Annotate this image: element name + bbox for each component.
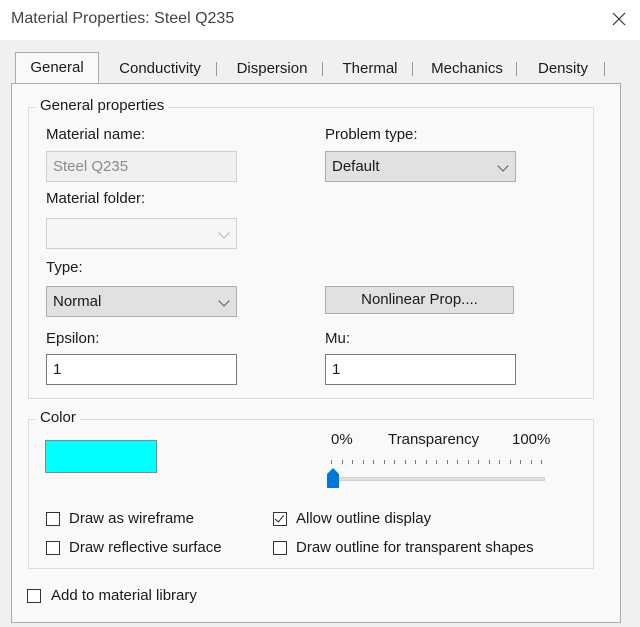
tab-thermal[interactable]: Thermal bbox=[327, 56, 413, 82]
slider-tick bbox=[331, 460, 332, 464]
slider-tick bbox=[341, 460, 343, 464]
close-icon bbox=[612, 12, 626, 26]
slider-tick bbox=[425, 460, 427, 464]
color-swatch-button[interactable] bbox=[45, 440, 157, 473]
window-title: Material Properties: Steel Q235 bbox=[11, 10, 235, 27]
draw-reflective-surface-label[interactable]: Draw reflective surface bbox=[69, 539, 222, 556]
draw-outline-transparent-label[interactable]: Draw outline for transparent shapes bbox=[296, 539, 534, 556]
draw-as-wireframe-label[interactable]: Draw as wireframe bbox=[69, 510, 194, 527]
epsilon-label: Epsilon: bbox=[46, 330, 100, 347]
slider-tick bbox=[404, 460, 406, 464]
nonlinear-prop-button[interactable]: Nonlinear Prop.... bbox=[325, 286, 514, 314]
add-to-library-checkbox[interactable] bbox=[27, 589, 41, 603]
tab-mechanics[interactable]: Mechanics bbox=[417, 56, 517, 82]
slider-tick bbox=[415, 460, 416, 464]
draw-reflective-surface-checkbox[interactable] bbox=[46, 541, 60, 555]
problem-type-label: Problem type: bbox=[325, 126, 418, 143]
slider-tick bbox=[541, 460, 542, 464]
material-name-field[interactable]: Steel Q235 bbox=[46, 151, 237, 182]
problem-type-select[interactable]: Default bbox=[325, 151, 516, 182]
tab-strip: General Conductivity Dispersion Thermal … bbox=[11, 52, 611, 84]
slider-tick bbox=[362, 460, 364, 464]
general-properties-group: General properties Material name: Steel … bbox=[28, 97, 594, 399]
tab-density[interactable]: Density bbox=[521, 56, 605, 82]
chevron-down-icon bbox=[218, 295, 230, 307]
mu-field[interactable]: 1 bbox=[325, 354, 516, 385]
slider-tick bbox=[478, 460, 479, 464]
general-properties-legend: General properties bbox=[36, 97, 169, 114]
type-label: Type: bbox=[46, 259, 83, 276]
type-value: Normal bbox=[53, 293, 102, 310]
material-folder-select[interactable] bbox=[46, 218, 237, 249]
problem-type-value: Default bbox=[332, 158, 380, 175]
slider-tick bbox=[530, 460, 532, 464]
color-group: Color 0% Transparency 100% Draw as wiref… bbox=[28, 409, 594, 569]
slider-tick bbox=[457, 460, 458, 464]
slider-track bbox=[331, 477, 545, 481]
slider-tick bbox=[499, 460, 500, 464]
tab-panel-general: General properties Material name: Steel … bbox=[11, 83, 621, 623]
tab-dispersion[interactable]: Dispersion bbox=[221, 56, 323, 82]
slider-thumb[interactable] bbox=[327, 468, 339, 488]
slider-tick bbox=[373, 460, 374, 464]
allow-outline-display-checkbox[interactable] bbox=[273, 512, 287, 526]
draw-as-wireframe-checkbox[interactable] bbox=[46, 512, 60, 526]
transparency-label: Transparency bbox=[388, 431, 480, 448]
slider-tick bbox=[352, 460, 353, 464]
slider-tick bbox=[488, 460, 490, 464]
epsilon-field[interactable]: 1 bbox=[46, 354, 237, 385]
transparency-min-label: 0% bbox=[331, 431, 353, 448]
slider-tick bbox=[520, 460, 521, 464]
slider-tick bbox=[509, 460, 511, 464]
transparency-slider[interactable] bbox=[327, 455, 547, 495]
tab-conductivity[interactable]: Conductivity bbox=[103, 56, 217, 82]
add-to-library-label[interactable]: Add to material library bbox=[51, 587, 197, 604]
slider-tick bbox=[467, 460, 469, 464]
mu-label: Mu: bbox=[325, 330, 351, 347]
slider-tick bbox=[446, 460, 448, 464]
material-name-label: Material name: bbox=[46, 126, 146, 143]
tab-general[interactable]: General bbox=[15, 52, 99, 84]
chevron-down-icon bbox=[218, 227, 230, 239]
transparency-max-label: 100% bbox=[512, 431, 551, 448]
slider-tick bbox=[383, 460, 385, 464]
allow-outline-display-label[interactable]: Allow outline display bbox=[296, 510, 431, 527]
slider-tick bbox=[394, 460, 395, 464]
chevron-down-icon bbox=[497, 160, 509, 172]
close-button[interactable] bbox=[606, 6, 632, 32]
slider-thumb-icon bbox=[327, 468, 339, 488]
type-select[interactable]: Normal bbox=[46, 286, 237, 317]
slider-tick bbox=[436, 460, 437, 464]
draw-outline-transparent-checkbox[interactable] bbox=[273, 541, 287, 555]
title-bar: Material Properties: Steel Q235 bbox=[0, 0, 640, 40]
color-legend: Color bbox=[36, 409, 80, 426]
material-folder-label: Material folder: bbox=[46, 190, 146, 207]
